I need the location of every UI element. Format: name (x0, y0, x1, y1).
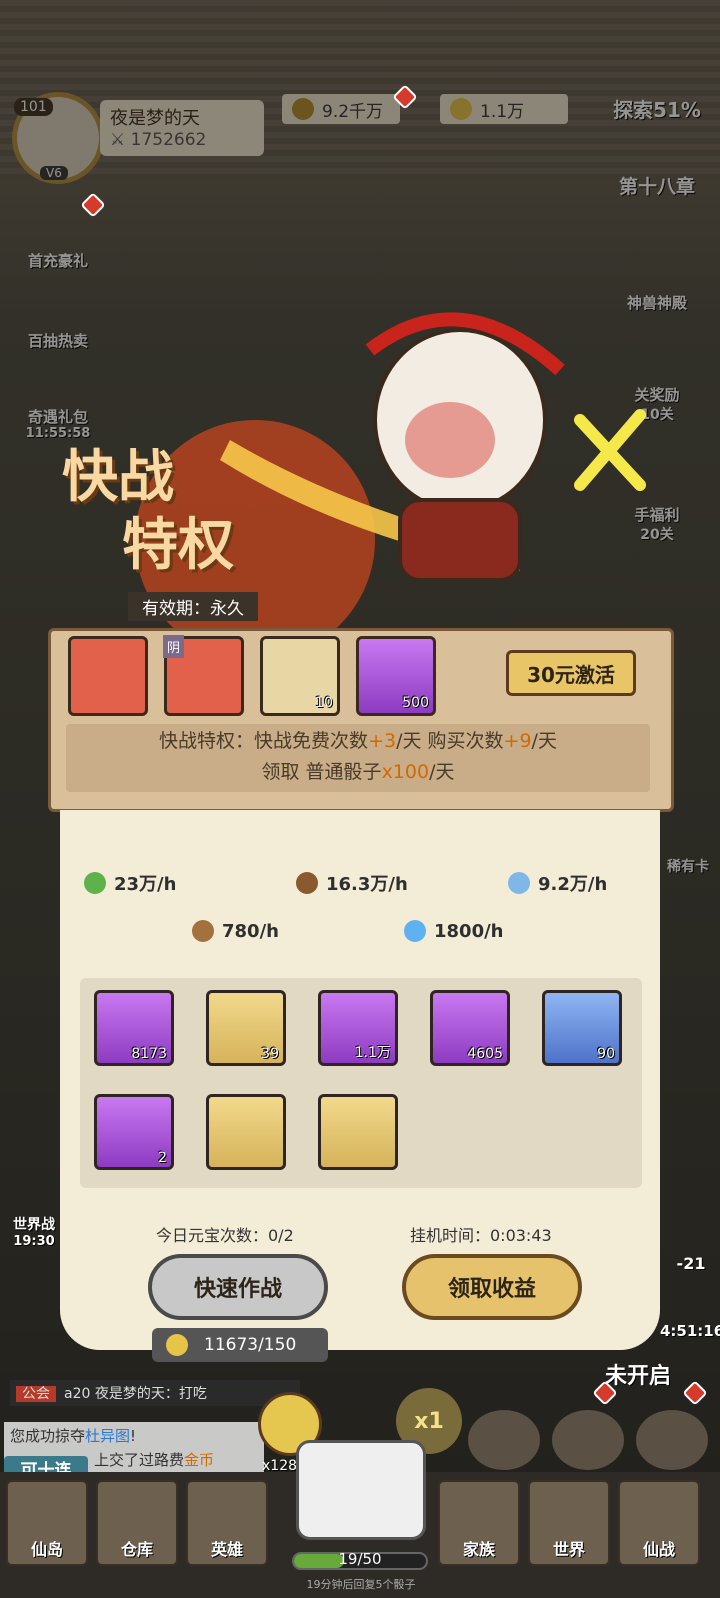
chat-channel: 公会 (16, 1386, 56, 1402)
idle-time-label: 挂机时间：0:03:43 (410, 1226, 552, 1245)
notice-suffix: ! (130, 1427, 137, 1445)
quick-battle-button[interactable]: 快速作战 (148, 1254, 328, 1320)
chat-line[interactable]: 公会 a20 夜是梦的天：打吃 (10, 1380, 300, 1406)
item-count: 2 (158, 1150, 167, 1166)
desc2-text: 领取 普通骰子 (261, 761, 382, 783)
item-bun[interactable] (318, 1094, 398, 1170)
item-exp[interactable]: 1.1万 (318, 990, 398, 1066)
monkey-king-character (365, 312, 565, 582)
coin-rate: 16.3万/h (296, 870, 408, 896)
nav-label: 仙岛 (30, 1540, 63, 1559)
exp-icon (84, 872, 106, 894)
desc-line-2: 领取 普通骰子x100/天 (66, 757, 650, 788)
ingot-icon (166, 1334, 188, 1356)
item-count: 90 (597, 1046, 615, 1062)
item-crystal[interactable]: 2 (94, 1094, 174, 1170)
item-count: 1.1万 (354, 1045, 391, 1061)
item-count: 39 (261, 1046, 279, 1062)
nav-label: 世界 (552, 1540, 585, 1559)
ingot-cost-value: 11673/150 (204, 1335, 297, 1355)
main-dice-button[interactable] (296, 1440, 426, 1540)
ingot-times-label: 今日元宝次数：0/2 (156, 1226, 294, 1245)
nav-island[interactable]: 仙岛 (6, 1480, 88, 1566)
nav-clan[interactable]: 家族 (438, 1480, 520, 1566)
event-timer: 4:51:16 (660, 1322, 720, 1340)
reward-crystal-count: 500 (402, 695, 429, 711)
event-range: -21 (676, 1254, 706, 1273)
reward-token-item[interactable]: 10 (260, 636, 340, 716)
shuriken-icon[interactable] (636, 1410, 708, 1470)
desc2-value: x100 (381, 761, 430, 783)
notice2-item: 金币 (184, 1451, 215, 1469)
desc-buy-count: +9 (503, 730, 532, 752)
chat-notice-line1: 您成功掠夺杜异图! (10, 1424, 258, 1448)
activate-button[interactable]: 30元激活 (506, 650, 636, 696)
energy-note: 19分钟后回复5个骰子 (306, 1578, 416, 1591)
item-count: 8173 (131, 1046, 167, 1062)
claim-reward-button[interactable]: 领取收益 (402, 1254, 582, 1320)
validity-label: 有效期：永久 (128, 592, 258, 621)
hero-badge: 阴 (163, 635, 185, 658)
ingot-cost: 11673/150 (152, 1328, 328, 1362)
nav-label: 仓库 (120, 1540, 153, 1559)
event-status: 未开启 (604, 1364, 671, 1389)
spiral-icon (192, 920, 214, 942)
privilege-description: 快战特权：快战免费次数+3/天 购买次数+9/天 领取 普通骰子x100/天 (66, 724, 650, 792)
notice-prefix: 您成功掠夺 (10, 1427, 86, 1445)
close-icon[interactable] (560, 400, 660, 500)
privilege-title-line2: 特权 (122, 513, 234, 578)
desc2-suffix: /天 (429, 761, 455, 783)
world-battle-label[interactable]: 世界战 (4, 1214, 64, 1234)
item-coin[interactable]: 8173 (94, 990, 174, 1066)
nav-heroes[interactable]: 英雄 (186, 1480, 268, 1566)
item-potion[interactable]: 4605 (430, 990, 510, 1066)
reward-banner-item[interactable] (68, 636, 148, 716)
notice-name: 杜异图 (85, 1427, 131, 1445)
desc-text-suffix: /天 (531, 730, 557, 752)
reward-token-count: 10 (315, 695, 333, 711)
notice2-prefix: 上交了过路费 (94, 1451, 185, 1469)
nav-warehouse[interactable]: 仓库 (96, 1480, 178, 1566)
energy-value: 19/50 (338, 1550, 382, 1568)
flame-rate-value: 1800/h (434, 920, 504, 942)
exp-rate: 23万/h (84, 870, 176, 896)
reward-crystal-item[interactable]: 500 (356, 636, 436, 716)
desc-text: 快战特权：快战免费次数 (159, 730, 369, 752)
item-ingot[interactable] (206, 1094, 286, 1170)
potion-rate-value: 9.2万/h (538, 874, 608, 895)
spiral-rate: 780/h (192, 920, 279, 942)
world-battle-time: 19:30 (13, 1234, 55, 1249)
coin-rate-value: 16.3万/h (326, 874, 408, 895)
desc-text-mid: /天 购买次数 (396, 730, 504, 752)
desc-line-1: 快战特权：快战免费次数+3/天 购买次数+9/天 (66, 726, 650, 757)
reward-rooster-hero[interactable]: 阴 (163, 635, 244, 716)
nav-label: 英雄 (210, 1540, 243, 1559)
potion-rate: 9.2万/h (508, 870, 607, 896)
item-flame[interactable]: 90 (542, 990, 622, 1066)
spiral-rate-value: 780/h (222, 920, 279, 942)
chat-message: a20 夜是梦的天：打吃 (64, 1386, 207, 1402)
desc-free-count: +3 (368, 730, 397, 752)
flame-rate: 1800/h (404, 920, 504, 942)
nav-label: 家族 (462, 1540, 495, 1559)
coin-icon (296, 872, 318, 894)
exp-rate-value: 23万/h (114, 874, 177, 895)
item-count: 4605 (467, 1046, 503, 1062)
item-spiral[interactable]: 39 (206, 990, 286, 1066)
nav-war[interactable]: 仙战 (618, 1480, 700, 1566)
mail-icon[interactable] (468, 1410, 540, 1470)
flame-icon (404, 920, 426, 942)
nav-world[interactable]: 世界 (528, 1480, 610, 1566)
card-icon[interactable] (552, 1410, 624, 1470)
nav-label: 仙战 (642, 1540, 675, 1559)
potion-icon (508, 872, 530, 894)
